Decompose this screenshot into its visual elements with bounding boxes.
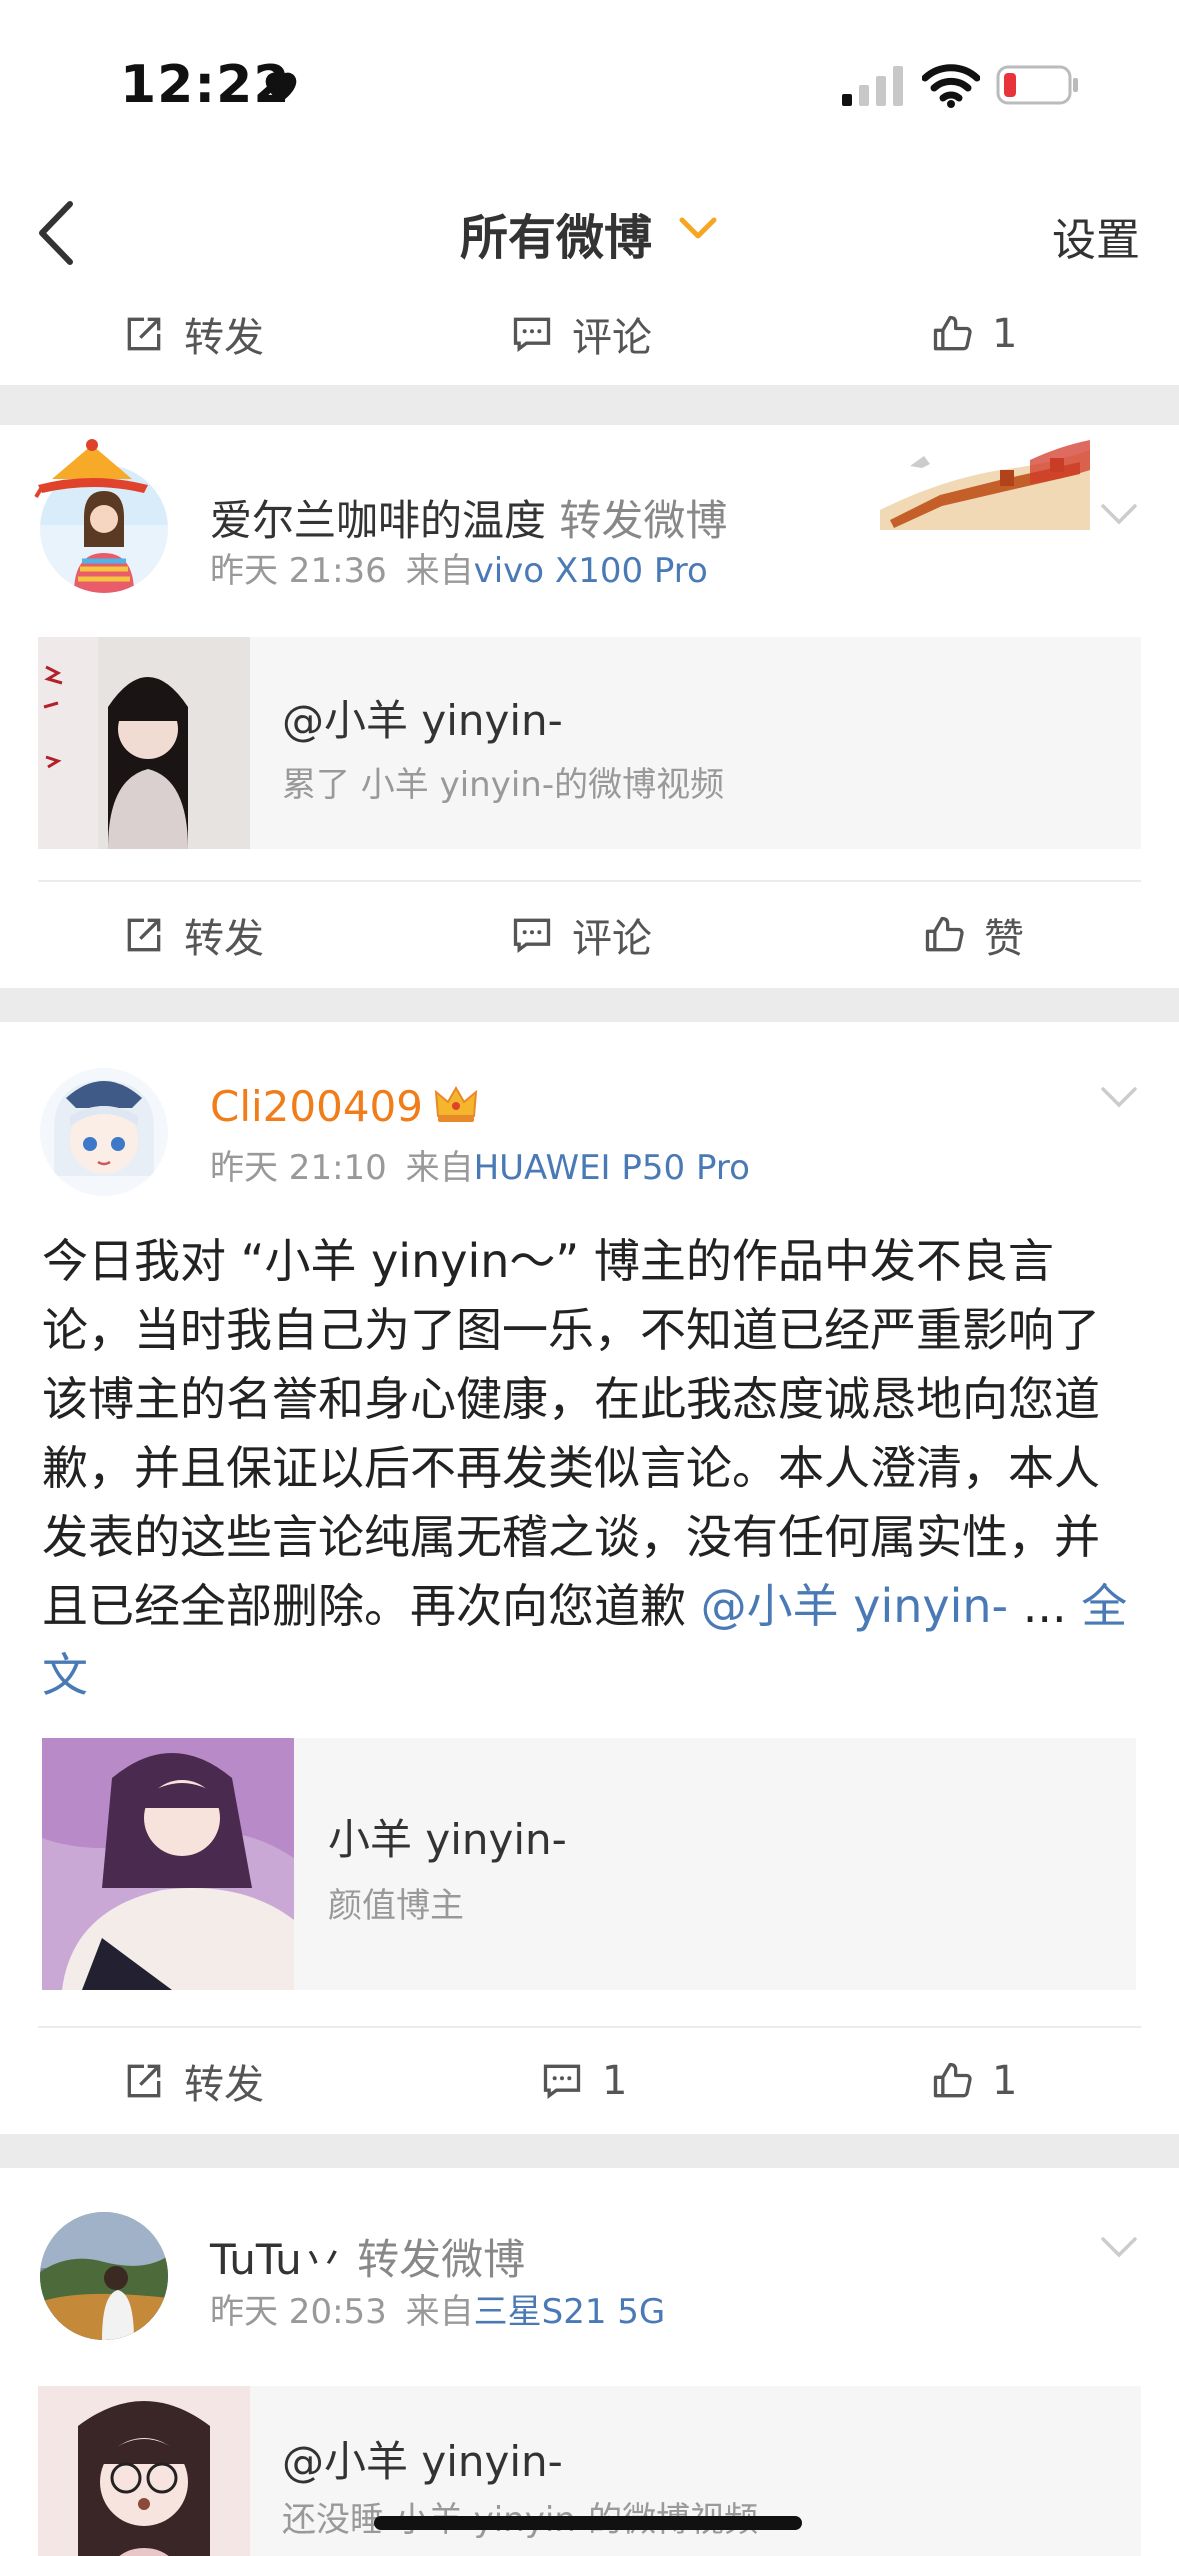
repost-icon <box>127 918 161 951</box>
post-device[interactable]: vivo X100 Pro <box>474 551 708 591</box>
post-meta: 昨天 21:36 来自vivo X100 Pro <box>210 543 708 592</box>
embedded-profile-card[interactable]: 小羊 yinyin- 颜值博主 <box>42 1738 1136 1990</box>
heart-icon <box>265 72 297 103</box>
chevron-down-icon[interactable] <box>676 210 720 246</box>
repost-tag: 转发微博 <box>357 2235 526 2284</box>
home-indicator[interactable] <box>374 2516 802 2530</box>
video-thumbnail[interactable] <box>38 2386 250 2556</box>
ellipsis: ... <box>1022 1579 1067 1633</box>
embed-subtitle: 颜值博主 <box>328 1886 464 1926</box>
party-hat-icon <box>34 439 148 499</box>
embedded-video-card[interactable]: @小羊 yinyin- 累了 小羊 yinyin-的微博视频 <box>38 637 1141 849</box>
post-meta: 昨天 20:53 来自三星S21 5G <box>210 2284 665 2333</box>
repost-icon <box>127 317 161 350</box>
chevron-down-icon[interactable] <box>1099 2234 1139 2260</box>
chevron-down-icon[interactable] <box>1099 501 1139 527</box>
thumbs-up-icon <box>933 2062 972 2097</box>
thumbs-up-icon <box>933 315 972 350</box>
username[interactable]: 爱尔兰咖啡的温度 <box>210 496 546 545</box>
great-wall-decoration <box>880 440 1090 530</box>
repost-label: 转发 <box>184 314 264 361</box>
post-author[interactable]: 爱尔兰咖啡的温度 转发微博 <box>210 487 727 548</box>
feed-post: Cli200409 昨天 21:10 来自HUAWEI P50 Pro 今日我对… <box>0 1022 1179 2134</box>
embed-subtitle: 累了 小羊 yinyin-的微博视频 <box>282 765 725 805</box>
repost-button[interactable]: 转发 <box>122 281 264 386</box>
embedded-video-card[interactable]: @小羊 yinyin- 还没睡 小羊 yinyin-的微博视频 <box>38 2386 1141 2556</box>
source-prefix: 来自 <box>405 2292 474 2332</box>
post-device[interactable]: HUAWEI P50 Pro <box>474 1148 750 1188</box>
repost-icon <box>127 2064 161 2097</box>
username[interactable]: TuTu丷 <box>210 2235 344 2284</box>
thumbs-up-icon <box>925 916 964 951</box>
mention-link[interactable]: @小羊 yinyin- <box>701 1579 1009 1633</box>
avatar[interactable] <box>40 2212 168 2340</box>
settings-button[interactable]: 设置 <box>1052 204 1140 268</box>
post-time: 昨天 21:10 <box>210 1148 387 1188</box>
comment-icon <box>513 317 551 352</box>
embed-title: 小羊 yinyin- <box>328 1815 567 1864</box>
post-body: 今日我对 “小羊 yinyin～” 博主的作品中发不良言论，当时我自己为了图一乐… <box>42 1234 1100 1633</box>
like-count: 1 <box>992 2057 1018 2104</box>
repost-button[interactable]: 转发 <box>122 882 264 987</box>
previous-post-actions: 转发 评论 1 <box>0 295 1179 385</box>
vip-crown-icon <box>434 1085 478 1122</box>
post-meta: 昨天 21:10 来自HUAWEI P50 Pro <box>210 1140 750 1189</box>
cellular-signal-icon <box>842 66 903 106</box>
post-text: 今日我对 “小羊 yinyin～” 博主的作品中发不良言论，当时我自己为了图一乐… <box>42 1227 1142 1710</box>
post-author[interactable]: Cli200409 <box>210 1082 423 1131</box>
embed-title: @小羊 yinyin- <box>282 2437 563 2486</box>
post-author[interactable]: TuTu丷 转发微博 <box>210 2226 525 2287</box>
feed-post: TuTu丷 转发微博 昨天 20:53 来自三星S21 5G @小羊 yinyi… <box>0 2168 1179 2556</box>
battery-low-icon <box>996 65 1078 105</box>
repost-button[interactable]: 转发 <box>122 2028 264 2133</box>
avatar[interactable] <box>40 1068 168 1196</box>
comment-button[interactable]: 评论 <box>510 882 652 987</box>
comment-label: 评论 <box>572 915 652 962</box>
like-count: 1 <box>992 310 1018 357</box>
repost-tag: 转发微博 <box>559 496 728 545</box>
comment-button[interactable]: 1 <box>540 2028 627 2133</box>
comment-count: 1 <box>602 2057 628 2104</box>
feed-post: 爱尔兰咖啡的温度 转发微博 昨天 21:36 来自vivo X100 Pro @… <box>0 425 1179 988</box>
comment-icon <box>543 2064 581 2099</box>
comment-label: 评论 <box>572 314 652 361</box>
source-prefix: 来自 <box>405 1148 474 1188</box>
status-bar: 12:22 <box>0 0 1179 170</box>
back-chevron-icon[interactable] <box>30 198 80 268</box>
comment-button[interactable]: 评论 <box>510 281 652 386</box>
like-button[interactable]: 1 <box>930 2028 1017 2133</box>
like-button[interactable]: 赞 <box>922 882 1024 987</box>
embed-title: @小羊 yinyin- <box>282 696 563 745</box>
chevron-down-icon[interactable] <box>1099 1084 1139 1110</box>
nav-title-feed-filter[interactable]: 所有微博 <box>460 198 652 268</box>
post-time: 昨天 21:36 <box>210 551 387 591</box>
like-button[interactable]: 1 <box>930 281 1017 386</box>
comment-icon <box>513 918 551 953</box>
post-device[interactable]: 三星S21 5G <box>474 2292 666 2332</box>
post-time: 昨天 20:53 <box>210 2292 387 2332</box>
profile-thumbnail[interactable] <box>42 1738 294 1990</box>
wifi-icon <box>922 64 980 108</box>
username[interactable]: Cli200409 <box>210 1082 423 1131</box>
repost-label: 转发 <box>184 2061 264 2108</box>
video-thumbnail[interactable] <box>38 637 250 849</box>
like-label: 赞 <box>984 915 1024 962</box>
repost-label: 转发 <box>184 915 264 962</box>
source-prefix: 来自 <box>405 551 474 591</box>
nav-bar: 所有微博 设置 <box>0 170 1179 295</box>
